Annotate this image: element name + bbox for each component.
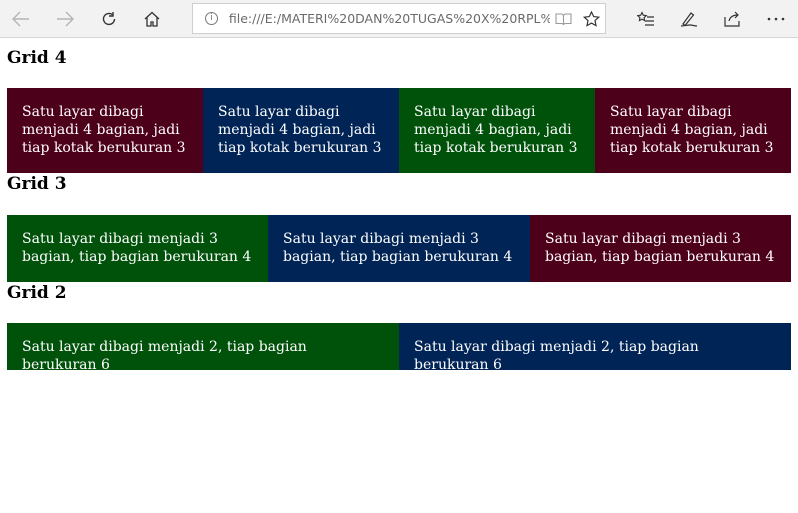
grid-4-box-1: Satu layar dibagi menjadi 4 bagian, jadi… — [7, 88, 203, 173]
share-icon[interactable] — [717, 5, 747, 33]
address-bar[interactable]: i file:///E:/MATERI%20DAN%20TUGAS%20X%20… — [192, 3, 606, 34]
grid-4-box-3: Satu layar dibagi menjadi 4 bagian, jadi… — [399, 88, 595, 173]
grid-3-heading: Grid 3 — [7, 174, 67, 194]
grid-3-box-2: Satu layar dibagi menjadi 3 bagian, tiap… — [268, 215, 530, 282]
grid-3-row: Satu layar dibagi menjadi 3 bagian, tiap… — [7, 215, 791, 282]
back-icon[interactable] — [6, 5, 36, 33]
url-text[interactable]: file:///E:/MATERI%20DAN%20TUGAS%20X%20RP… — [229, 11, 550, 26]
grid-4-heading: Grid 4 — [7, 48, 67, 68]
grid-4-box-4: Satu layar dibagi menjadi 4 bagian, jadi… — [595, 88, 791, 173]
grid-2-row: Satu layar dibagi menjadi 2, tiap bagian… — [7, 323, 791, 373]
reading-view-icon[interactable] — [550, 5, 578, 33]
grid-2-box-1: Satu layar dibagi menjadi 2, tiap bagian… — [7, 323, 399, 373]
grid-3-box-3: Satu layar dibagi menjadi 3 bagian, tiap… — [530, 215, 791, 282]
forward-icon[interactable] — [50, 5, 80, 33]
grid-2-box-2: Satu layar dibagi menjadi 2, tiap bagian… — [399, 323, 791, 373]
grid-2-heading: Grid 2 — [7, 283, 67, 303]
pen-icon[interactable] — [674, 5, 704, 33]
grid-4-row: Satu layar dibagi menjadi 4 bagian, jadi… — [7, 88, 791, 173]
grid-3-box-1: Satu layar dibagi menjadi 3 bagian, tiap… — [7, 215, 268, 282]
page-content: Grid 4 Satu layar dibagi menjadi 4 bagia… — [0, 48, 798, 373]
favorites-list-icon[interactable] — [631, 5, 661, 33]
favorite-star-icon[interactable] — [577, 5, 605, 33]
grid-4-box-2: Satu layar dibagi menjadi 4 bagian, jadi… — [203, 88, 399, 173]
more-icon[interactable] — [761, 5, 791, 33]
browser-toolbar: i file:///E:/MATERI%20DAN%20TUGAS%20X%20… — [0, 0, 798, 38]
home-icon[interactable] — [137, 5, 167, 33]
info-icon[interactable]: i — [205, 12, 218, 25]
refresh-icon[interactable] — [94, 5, 124, 33]
